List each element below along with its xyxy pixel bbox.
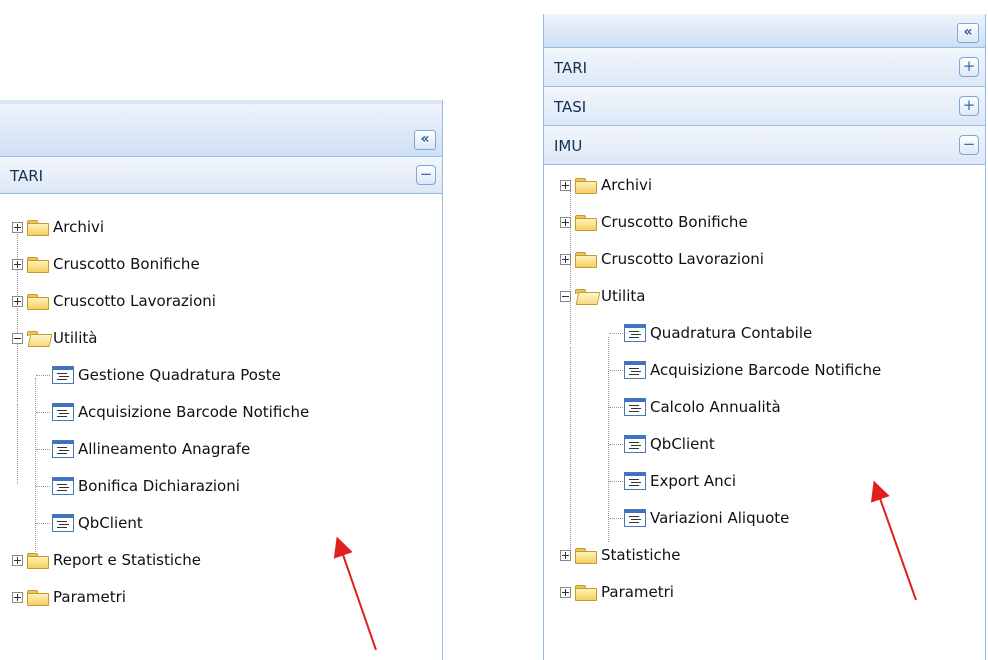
annotation-arrows — [333, 480, 917, 650]
annotation-arrow-right — [870, 480, 917, 601]
annotation-arrow-left — [333, 536, 377, 650]
